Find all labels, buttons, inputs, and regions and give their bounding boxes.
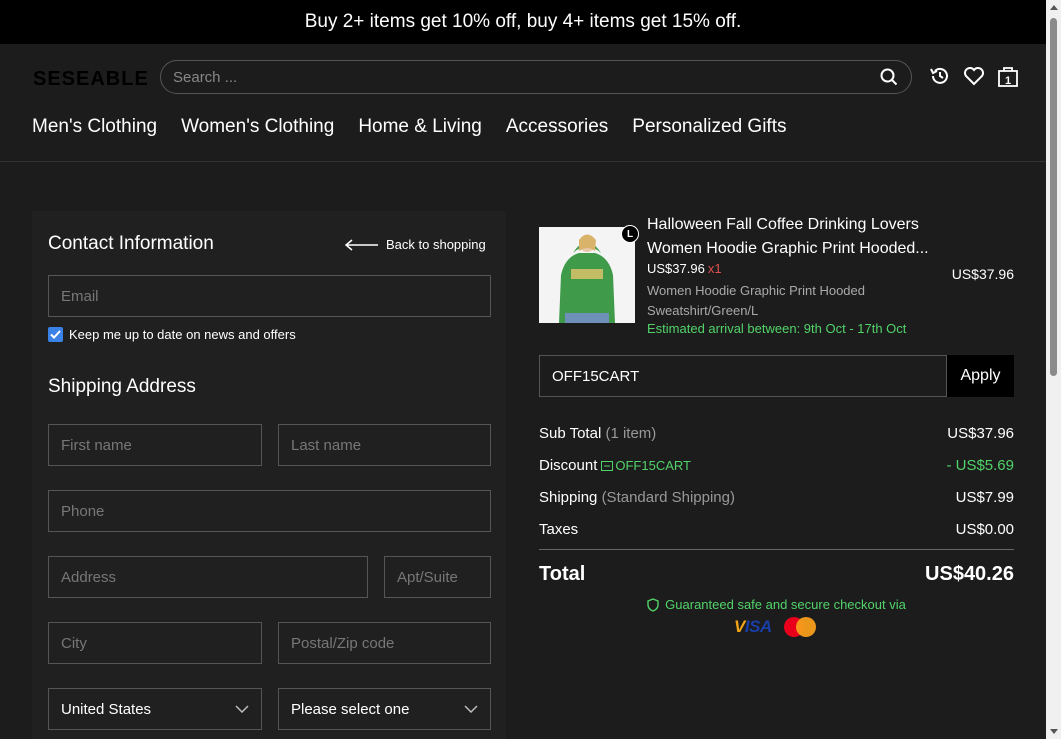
subtotal-value: US$37.96 (947, 425, 1014, 442)
checkmark-icon (50, 330, 61, 339)
announcement-text: Buy 2+ items get 10% off, buy 4+ items g… (304, 11, 742, 32)
mastercard-icon (783, 617, 816, 637)
nav-home-living[interactable]: Home & Living (358, 116, 482, 138)
newsletter-label: Keep me up to date on news and offers (69, 327, 296, 342)
shipping-method: (Standard Shipping) (601, 489, 735, 506)
shipping-label: Shipping (539, 489, 598, 506)
subtotal-label: Sub Total (539, 425, 602, 442)
first-name-field[interactable] (48, 424, 262, 466)
taxes-row: Taxes US$0.00 (539, 521, 1014, 538)
discount-code: OFF15CART (615, 458, 691, 473)
zip-code-field[interactable] (278, 622, 491, 664)
visa-icon: VISA (734, 617, 772, 636)
newsletter-checkbox[interactable] (48, 327, 63, 342)
subtotal-row: Sub Total (1 item) US$37.96 (539, 425, 1014, 442)
discount-row: Discount OFF15CART - US$5.69 (539, 457, 1014, 474)
scroll-down-arrow-icon[interactable] (1050, 729, 1058, 734)
taxes-value: US$0.00 (955, 521, 1014, 538)
cart-count-badge: 1 (1004, 75, 1012, 87)
unit-price-value: US$37.96 (647, 261, 705, 276)
payment-methods: VISA (734, 617, 816, 637)
search-bar[interactable] (160, 60, 912, 94)
total-value: US$40.26 (925, 563, 1014, 585)
checkout-form: Contact Information Back to shopping Kee… (32, 211, 506, 739)
history-icon[interactable] (928, 64, 952, 88)
shipping-section-title: Shipping Address (48, 376, 196, 397)
product-image[interactable] (539, 227, 635, 323)
scroll-up-arrow-icon[interactable] (1050, 5, 1058, 10)
chevron-down-icon (464, 705, 478, 713)
size-badge: L (621, 225, 639, 243)
email-field[interactable] (48, 275, 491, 317)
subtotal-item-count: (1 item) (605, 425, 657, 442)
newsletter-checkbox-row[interactable]: Keep me up to date on news and offers (48, 327, 296, 342)
product-title-line1[interactable]: Halloween Fall Coffee Drinking Lovers (647, 213, 947, 237)
apply-coupon-button[interactable]: Apply (947, 355, 1014, 397)
announcement-bar: Buy 2+ items get 10% off, buy 4+ items g… (0, 0, 1046, 44)
address-field[interactable] (48, 556, 368, 598)
apt-suite-field[interactable] (384, 556, 491, 598)
product-unit-price: US$37.96 x1 (647, 261, 722, 276)
nav-accessories[interactable]: Accessories (506, 116, 608, 138)
country-select-value: United States (61, 700, 152, 718)
country-select[interactable]: United States (48, 688, 262, 730)
scrollbar-thumb[interactable] (1050, 18, 1057, 376)
secure-checkout-note: Guaranteed safe and secure checkout via (539, 597, 1014, 612)
product-line-total: US$37.96 (951, 266, 1014, 282)
back-to-shopping-label: Back to shopping (386, 237, 486, 252)
total-label: Total (539, 563, 586, 585)
phone-field[interactable] (48, 490, 491, 532)
nav-womens-clothing[interactable]: Women's Clothing (181, 116, 334, 138)
product-title-line2[interactable]: Women Hoodie Graphic Print Hooded... (647, 237, 947, 261)
page-scrollbar[interactable] (1046, 0, 1061, 739)
shield-icon (647, 597, 659, 612)
contact-section-title: Contact Information (48, 233, 214, 254)
estimated-arrival: Estimated arrival between: 9th Oct - 17t… (647, 321, 907, 336)
state-select[interactable]: Please select one (278, 688, 491, 730)
discount-label: Discount (539, 457, 598, 474)
product-variant: Women Hoodie Graphic Print Hooded Sweats… (647, 283, 865, 318)
site-logo[interactable]: SESEABLE (33, 68, 149, 91)
city-field[interactable] (48, 622, 262, 664)
back-to-shopping-link[interactable]: Back to shopping (344, 237, 486, 252)
shipping-row: Shipping (Standard Shipping) US$7.99 (539, 489, 1014, 506)
secure-checkout-text: Guaranteed safe and secure checkout via (665, 597, 906, 612)
chevron-down-icon (235, 705, 249, 713)
nav-mens-clothing[interactable]: Men's Clothing (32, 116, 157, 138)
coupon-tag-icon (601, 460, 614, 471)
coupon-code-field[interactable] (539, 355, 947, 397)
discount-value: - US$5.69 (946, 457, 1014, 474)
site-header: SESEABLE 1 Men's Clothing Women's Clothi… (0, 44, 1046, 162)
cart-icon[interactable]: 1 (996, 64, 1020, 88)
arrow-left-icon (344, 238, 378, 251)
last-name-field[interactable] (278, 424, 491, 466)
quantity-label: x1 (707, 261, 722, 276)
state-select-value: Please select one (291, 700, 410, 718)
taxes-label: Taxes (539, 521, 579, 538)
main-nav: Men's Clothing Women's Clothing Home & L… (32, 116, 786, 138)
search-input[interactable] (173, 68, 879, 86)
summary-divider (539, 549, 1014, 550)
search-icon[interactable] (879, 67, 899, 87)
total-row: Total US$40.26 (539, 563, 1014, 586)
shipping-value: US$7.99 (955, 489, 1014, 506)
nav-personalized-gifts[interactable]: Personalized Gifts (632, 116, 786, 138)
wishlist-heart-icon[interactable] (962, 64, 986, 88)
